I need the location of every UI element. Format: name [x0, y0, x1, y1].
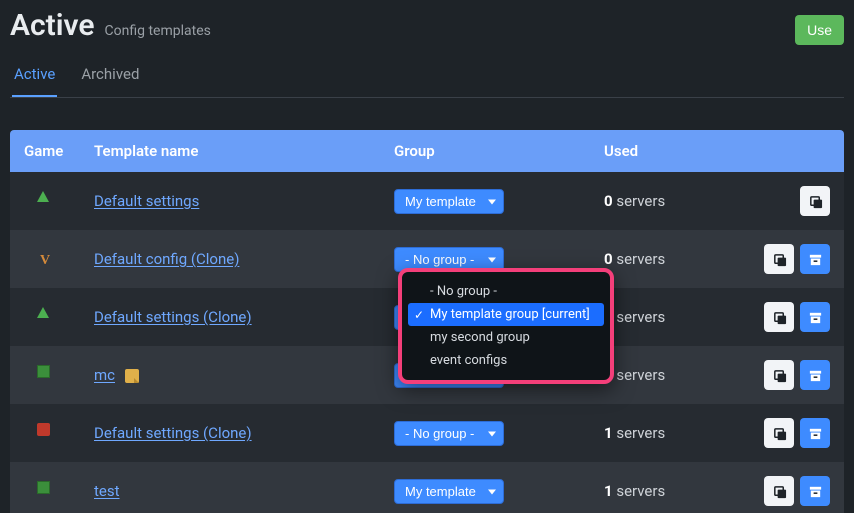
template-link[interactable]: Default settings (Clone) — [94, 424, 252, 442]
archive-button[interactable] — [800, 476, 830, 506]
page-title: Active — [10, 8, 95, 43]
archive-button[interactable] — [800, 418, 830, 448]
clone-button[interactable] — [764, 244, 794, 274]
group-dropdown-item[interactable]: My template group [current] — [408, 303, 604, 326]
game-minecraft-icon — [37, 481, 53, 497]
template-link[interactable]: Default settings — [94, 192, 199, 210]
game-ark-icon — [37, 307, 53, 323]
group-dropdown-item[interactable]: - No group - — [408, 280, 604, 303]
table-row: Default settings (Clone) - No group - 1 se… — [10, 404, 844, 462]
tabs: Active Archived — [10, 55, 844, 98]
template-link[interactable]: Default settings (Clone) — [94, 308, 252, 326]
archive-button[interactable] — [800, 302, 830, 332]
game-valheim-icon: V — [37, 253, 53, 269]
col-actions — [720, 130, 844, 172]
col-group: Group — [380, 130, 590, 172]
clone-button[interactable] — [764, 360, 794, 390]
game-ark-icon — [37, 191, 53, 207]
tab-archived[interactable]: Archived — [79, 55, 141, 97]
table-row: Default settings My template 0 servers — [10, 172, 844, 230]
template-link[interactable]: mc — [94, 366, 115, 384]
template-link[interactable]: Default config (Clone) — [94, 250, 239, 268]
used-count: 1 servers — [604, 424, 665, 442]
game-minecraft-icon — [37, 365, 53, 381]
tab-active[interactable]: Active — [12, 55, 57, 97]
group-select[interactable]: My template — [394, 479, 504, 504]
archive-button[interactable] — [800, 360, 830, 390]
clone-button[interactable] — [764, 476, 794, 506]
col-game: Game — [10, 130, 80, 172]
col-name: Template name — [80, 130, 380, 172]
clone-button[interactable] — [764, 418, 794, 448]
used-count: 1 servers — [604, 482, 665, 500]
note-icon — [125, 369, 139, 383]
clone-button[interactable] — [800, 186, 830, 216]
group-select[interactable]: My template — [394, 189, 504, 214]
group-dropdown-panel[interactable]: - No group -My template group [current]m… — [398, 268, 614, 384]
group-dropdown-item[interactable]: event configs — [408, 349, 604, 372]
used-count: 0 servers — [604, 192, 665, 210]
table-row: test My template 1 servers — [10, 462, 844, 513]
use-button[interactable]: Use — [795, 15, 844, 45]
game-rust-icon — [37, 423, 53, 439]
used-count: 0 servers — [604, 250, 665, 268]
col-used: Used — [590, 130, 720, 172]
clone-button[interactable] — [764, 302, 794, 332]
page-subtitle: Config templates — [105, 23, 211, 39]
archive-button[interactable] — [800, 244, 830, 274]
group-dropdown-item[interactable]: my second group — [408, 326, 604, 349]
group-select[interactable]: - No group - — [394, 421, 504, 446]
template-link[interactable]: test — [94, 482, 120, 500]
